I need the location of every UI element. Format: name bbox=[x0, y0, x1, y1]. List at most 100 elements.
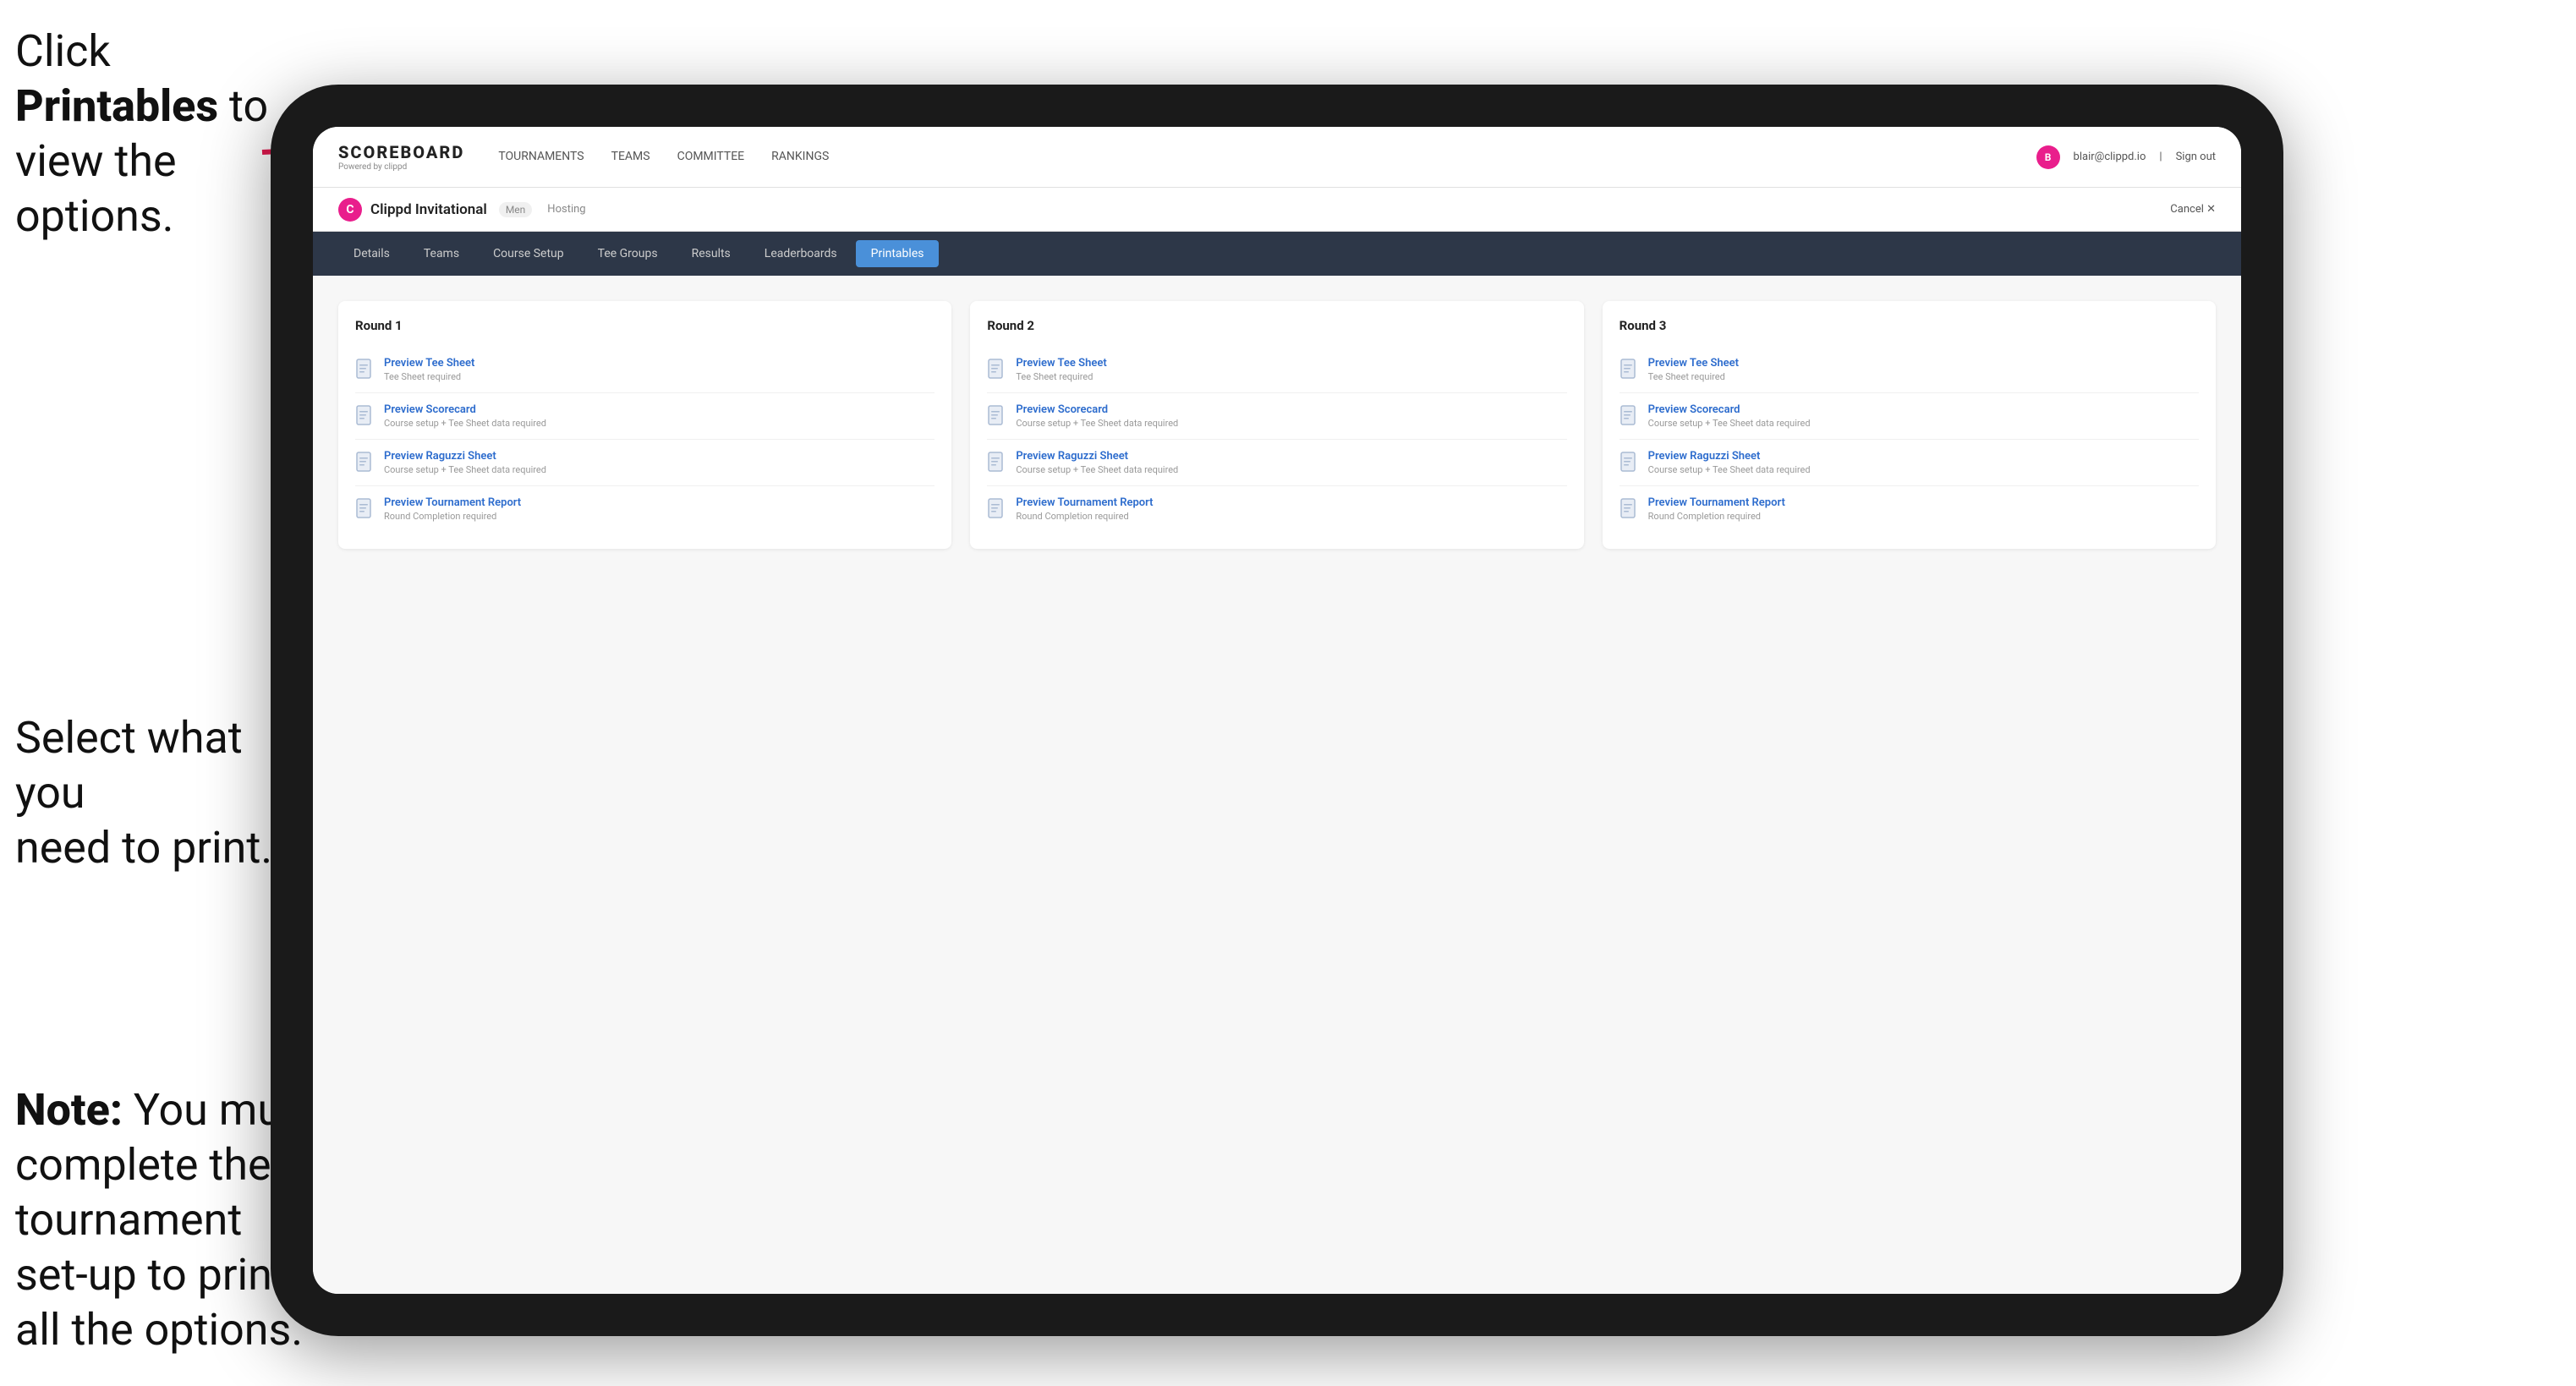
print-item-2-2[interactable]: Preview Scorecard Course setup + Tee Shee… bbox=[987, 393, 1566, 440]
round-title-2: Round 2 bbox=[987, 318, 1566, 333]
print-item-title-1-4: Preview Tournament Report bbox=[384, 496, 521, 509]
cancel-button[interactable]: Cancel ✕ bbox=[2170, 203, 2216, 216]
scoreboard-logo: SCOREBOARD Powered by clippd bbox=[338, 142, 464, 172]
tab-teams[interactable]: Teams bbox=[408, 240, 474, 267]
note-bold: Note: bbox=[15, 1084, 123, 1136]
print-item-text-3-3: Preview Raguzzi SheetCourse setup + Tee … bbox=[1648, 450, 1811, 475]
print-item-1-1[interactable]: Preview Tee SheetTee Sheet required bbox=[355, 347, 934, 393]
tournament-gender-badge: Men bbox=[499, 202, 532, 217]
nav-left: SCOREBOARD Powered by clippd TOURNAMENTS… bbox=[338, 142, 829, 172]
tab-course-setup[interactable]: Course Setup bbox=[478, 240, 579, 267]
top-nav: SCOREBOARD Powered by clippd TOURNAMENTS… bbox=[313, 127, 2241, 188]
tab-printables[interactable]: Printables bbox=[856, 240, 940, 267]
tab-tee-groups[interactable]: Tee Groups bbox=[583, 240, 673, 267]
print-item-title-3-1: Preview Tee Sheet bbox=[1648, 357, 1739, 370]
tournament-name: Clippd Invitational bbox=[370, 201, 487, 218]
doc-icon-3-2 bbox=[1620, 405, 1640, 429]
print-item-text-2-3: Preview Raguzzi SheetCourse setup + Tee … bbox=[1016, 450, 1178, 475]
tournament-header: C Clippd Invitational Men Hosting Cancel… bbox=[313, 188, 2241, 232]
round-column-1: Round 1 Preview Tee SheetTee Sheet requi… bbox=[338, 301, 951, 549]
doc-icon-1-4 bbox=[355, 498, 375, 522]
hosting-badge: Hosting bbox=[547, 203, 585, 216]
print-item-sub-3-1: Tee Sheet required bbox=[1648, 371, 1739, 382]
print-item-1-2[interactable]: Preview Scorecard Course setup + Tee Shee… bbox=[355, 393, 934, 440]
sub-nav: Details Teams Course Setup Tee Groups Re… bbox=[313, 232, 2241, 276]
print-item-sub-1-1: Tee Sheet required bbox=[384, 371, 474, 382]
tab-results[interactable]: Results bbox=[677, 240, 746, 267]
tablet-screen: SCOREBOARD Powered by clippd TOURNAMENTS… bbox=[313, 127, 2241, 1294]
doc-icon-1-1 bbox=[355, 359, 375, 382]
round-column-3: Round 3 Preview Tee SheetTee Sheet requi… bbox=[1603, 301, 2216, 549]
nav-right: B blair@clippd.io | Sign out bbox=[2036, 145, 2216, 169]
print-item-title-3-2: Preview Scorecard bbox=[1648, 403, 1811, 416]
print-item-text-3-1: Preview Tee SheetTee Sheet required bbox=[1648, 357, 1739, 382]
print-item-1-3[interactable]: Preview Raguzzi SheetCourse setup + Tee … bbox=[355, 440, 934, 486]
print-item-text-2-1: Preview Tee SheetTee Sheet required bbox=[1016, 357, 1106, 382]
tab-details[interactable]: Details bbox=[338, 240, 405, 267]
print-item-3-3[interactable]: Preview Raguzzi SheetCourse setup + Tee … bbox=[1620, 440, 2199, 486]
doc-icon-2-2 bbox=[987, 405, 1007, 429]
nav-rankings[interactable]: RANKINGS bbox=[771, 146, 829, 168]
round-title-3: Round 3 bbox=[1620, 318, 2199, 333]
print-item-sub-2-4: Round Completion required bbox=[1016, 511, 1153, 522]
sign-out-link[interactable]: Sign out bbox=[2176, 151, 2216, 163]
doc-icon-1-2 bbox=[355, 405, 375, 429]
print-item-text-1-1: Preview Tee SheetTee Sheet required bbox=[384, 357, 474, 382]
logo-sub: Powered by clippd bbox=[338, 162, 464, 172]
print-item-text-2-4: Preview Tournament Report Round Completio… bbox=[1016, 496, 1153, 522]
print-item-title-2-1: Preview Tee Sheet bbox=[1016, 357, 1106, 370]
print-item-2-1[interactable]: Preview Tee SheetTee Sheet required bbox=[987, 347, 1566, 393]
doc-icon-1-3 bbox=[355, 452, 375, 475]
sub-nav-tabs: Details Teams Course Setup Tee Groups Re… bbox=[338, 240, 939, 267]
round-column-2: Round 2 Preview Tee SheetTee Sheet requi… bbox=[970, 301, 1583, 549]
instruction-middle: Select what youneed to print. bbox=[15, 710, 303, 875]
print-item-title-2-3: Preview Raguzzi Sheet bbox=[1016, 450, 1178, 463]
print-item-3-4[interactable]: Preview Tournament Report Round Completio… bbox=[1620, 486, 2199, 532]
user-avatar: B bbox=[2036, 145, 2060, 169]
print-item-text-1-4: Preview Tournament Report Round Completio… bbox=[384, 496, 521, 522]
nav-separator: | bbox=[2159, 151, 2162, 163]
round-title-1: Round 1 bbox=[355, 318, 934, 333]
print-item-sub-2-3: Course setup + Tee Sheet data required bbox=[1016, 464, 1178, 475]
logo-title: SCOREBOARD bbox=[338, 142, 464, 162]
print-item-text-1-2: Preview Scorecard Course setup + Tee Shee… bbox=[384, 403, 546, 429]
print-item-text-1-3: Preview Raguzzi SheetCourse setup + Tee … bbox=[384, 450, 546, 475]
print-item-title-3-3: Preview Raguzzi Sheet bbox=[1648, 450, 1811, 463]
tournament-title-row: C Clippd Invitational Men Hosting bbox=[338, 198, 586, 222]
rounds-grid: Round 1 Preview Tee SheetTee Sheet requi… bbox=[338, 301, 2216, 549]
print-item-sub-2-1: Tee Sheet required bbox=[1016, 371, 1106, 382]
nav-tournaments[interactable]: TOURNAMENTS bbox=[498, 146, 584, 168]
print-item-sub-3-4: Round Completion required bbox=[1648, 511, 1785, 522]
tab-leaderboards[interactable]: Leaderboards bbox=[749, 240, 852, 267]
doc-icon-2-4 bbox=[987, 498, 1007, 522]
doc-icon-3-3 bbox=[1620, 452, 1640, 475]
main-content: Round 1 Preview Tee SheetTee Sheet requi… bbox=[313, 276, 2241, 1294]
print-item-text-3-2: Preview Scorecard Course setup + Tee Shee… bbox=[1648, 403, 1811, 429]
print-item-2-4[interactable]: Preview Tournament Report Round Completio… bbox=[987, 486, 1566, 532]
nav-links: TOURNAMENTS TEAMS COMMITTEE RANKINGS bbox=[498, 146, 829, 168]
nav-committee[interactable]: COMMITTEE bbox=[677, 146, 745, 168]
print-item-3-2[interactable]: Preview Scorecard Course setup + Tee Shee… bbox=[1620, 393, 2199, 440]
print-item-sub-2-2: Course setup + Tee Sheet data required bbox=[1016, 418, 1178, 429]
print-item-title-1-2: Preview Scorecard bbox=[384, 403, 546, 416]
print-item-sub-3-2: Course setup + Tee Sheet data required bbox=[1648, 418, 1811, 429]
printables-bold: Printables bbox=[15, 80, 218, 132]
tablet-frame: SCOREBOARD Powered by clippd TOURNAMENTS… bbox=[271, 85, 2283, 1336]
print-item-1-4[interactable]: Preview Tournament Report Round Completio… bbox=[355, 486, 934, 532]
print-item-text-2-2: Preview Scorecard Course setup + Tee Shee… bbox=[1016, 403, 1178, 429]
nav-teams[interactable]: TEAMS bbox=[611, 146, 650, 168]
print-item-2-3[interactable]: Preview Raguzzi SheetCourse setup + Tee … bbox=[987, 440, 1566, 486]
print-item-sub-1-4: Round Completion required bbox=[384, 511, 521, 522]
print-item-3-1[interactable]: Preview Tee SheetTee Sheet required bbox=[1620, 347, 2199, 393]
print-item-sub-1-2: Course setup + Tee Sheet data required bbox=[384, 418, 546, 429]
doc-icon-3-4 bbox=[1620, 498, 1640, 522]
print-item-title-3-4: Preview Tournament Report bbox=[1648, 496, 1785, 509]
print-item-title-1-1: Preview Tee Sheet bbox=[384, 357, 474, 370]
print-item-title-2-4: Preview Tournament Report bbox=[1016, 496, 1153, 509]
doc-icon-3-1 bbox=[1620, 359, 1640, 382]
print-item-title-2-2: Preview Scorecard bbox=[1016, 403, 1178, 416]
doc-icon-2-1 bbox=[987, 359, 1007, 382]
clippd-icon: C bbox=[338, 198, 362, 222]
print-item-title-1-3: Preview Raguzzi Sheet bbox=[384, 450, 546, 463]
print-item-sub-1-3: Course setup + Tee Sheet data required bbox=[384, 464, 546, 475]
